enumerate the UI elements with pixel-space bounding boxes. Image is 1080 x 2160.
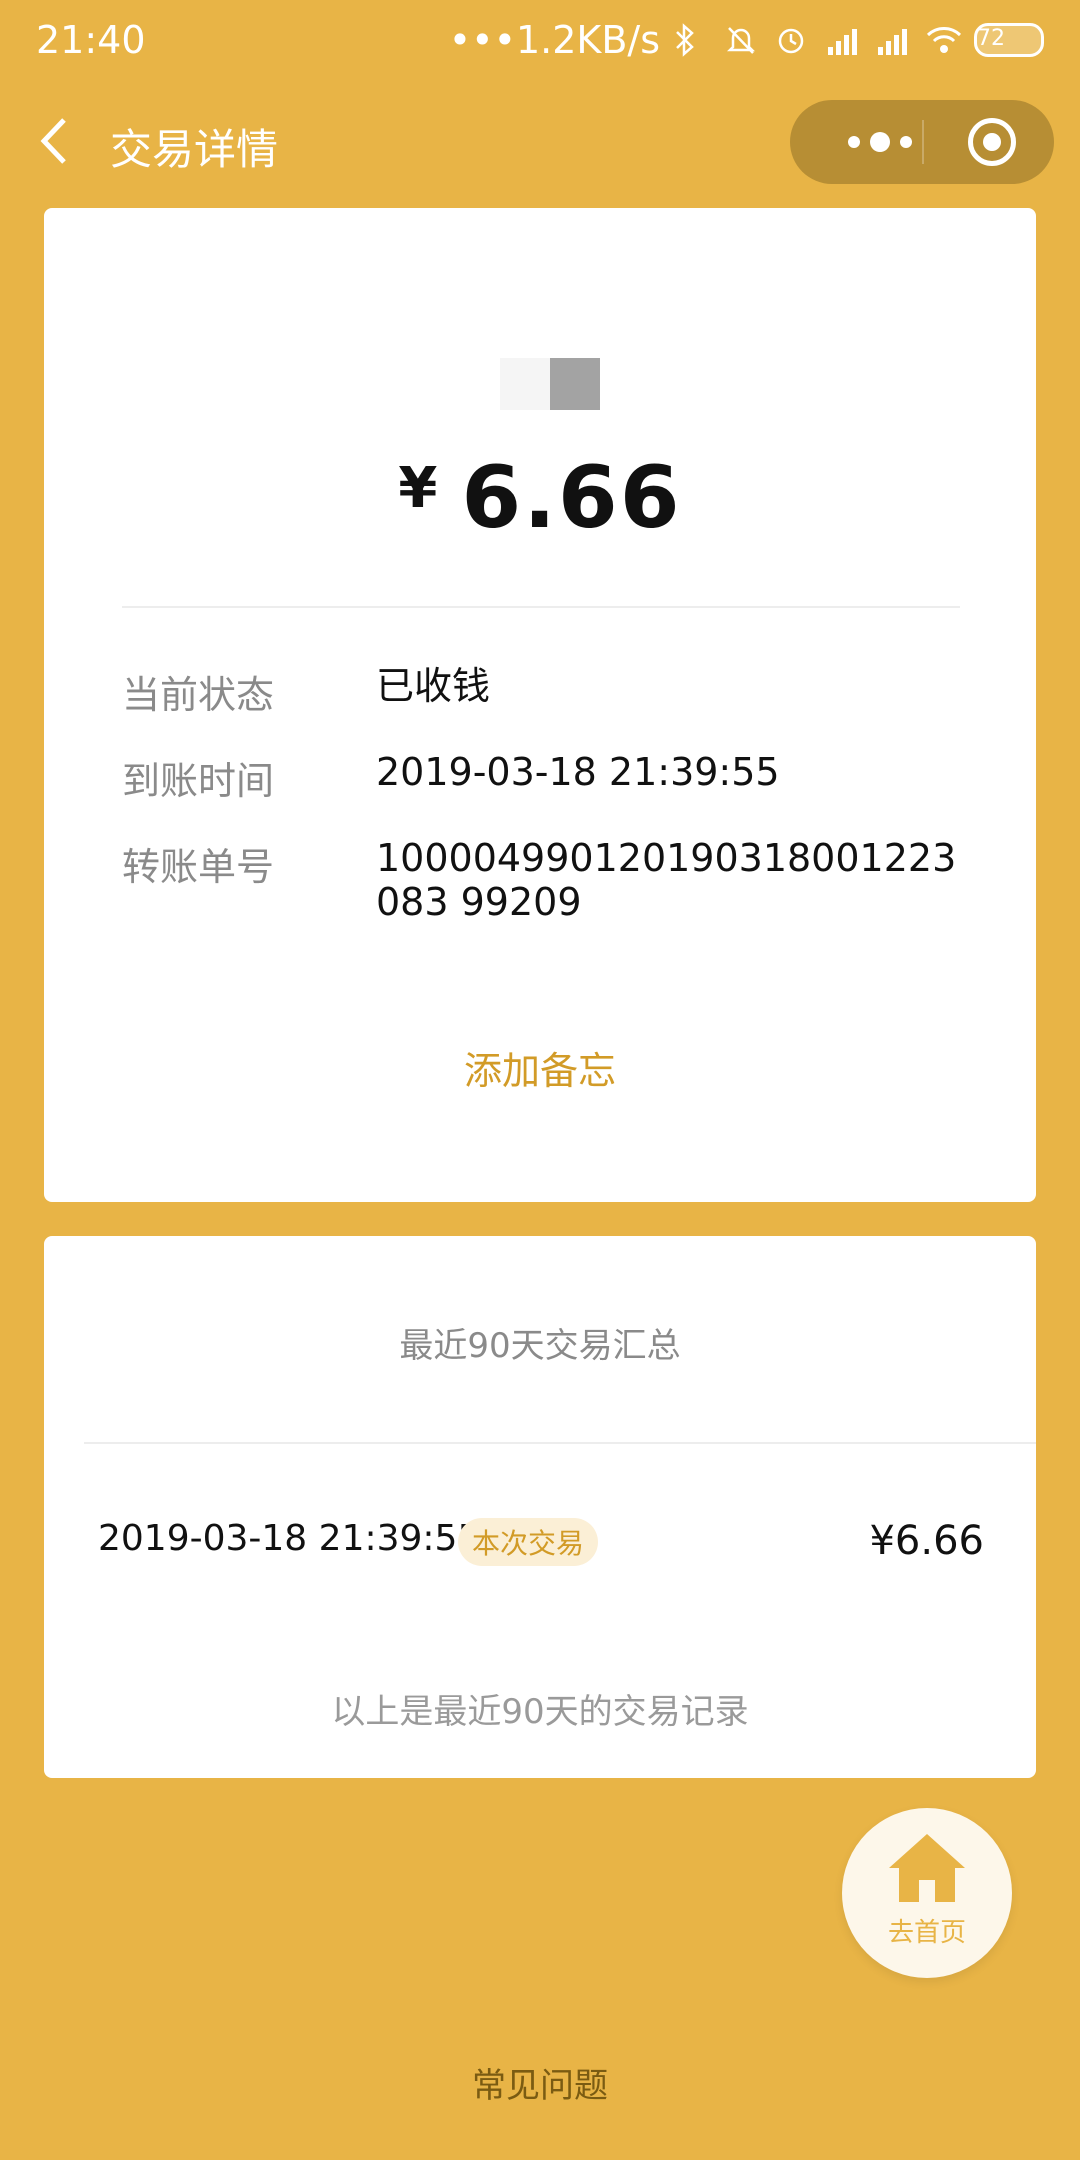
signal-hd-icon [824, 22, 860, 58]
more-dots-icon[interactable] [830, 122, 930, 162]
transaction-detail-card: ¥6.66 当前状态 已收钱 到账时间 2019-03-18 21:39:55 … [44, 208, 1036, 1202]
bluetooth-icon [674, 22, 710, 58]
status-value: 已收钱 [376, 664, 491, 708]
network-speed: •••1.2KB/s [448, 18, 660, 62]
arrival-time-label: 到账时间 [122, 759, 275, 803]
summary-footer: 以上是最近90天的交易记录 [331, 1692, 749, 1732]
divider [122, 606, 960, 608]
arrival-time-value: 2019-03-18 21:39:55 [376, 750, 780, 794]
payer-avatar [500, 358, 600, 410]
mini-program-capsule [790, 100, 1054, 184]
summary-card: 最近90天交易汇总 2019-03-18 21:39:55 本次交易 ¥6.66… [44, 1236, 1036, 1778]
status-time: 21:40 [36, 18, 146, 62]
mute-icon [724, 22, 760, 58]
transfer-id-value: 100004990120190318001223083 99209 [376, 836, 957, 924]
close-circle-icon[interactable] [968, 118, 1016, 166]
transaction-time: 2019-03-18 21:39:55 [98, 1518, 481, 1559]
currency-symbol: ¥ [398, 456, 440, 521]
nav-bar: 交易详情 [0, 90, 1080, 190]
home-icon [887, 1832, 967, 1904]
transaction-row-amount: ¥6.66 [869, 1518, 984, 1564]
status-bar: 21:40 •••1.2KB/s 72 [0, 0, 1080, 80]
signal-hd-icon [874, 22, 910, 58]
current-transaction-badge: 本次交易 [458, 1518, 599, 1566]
divider [84, 1442, 1036, 1444]
battery-icon: 72 [974, 23, 1044, 57]
back-arrow-icon[interactable] [36, 116, 76, 166]
amount-value: 6.66 [461, 448, 682, 548]
add-memo-link[interactable]: 添加备忘 [44, 1040, 1036, 1095]
status-label: 当前状态 [122, 673, 275, 717]
wifi-icon [924, 22, 962, 58]
status-icons: •••1.2KB/s 72 [449, 18, 1044, 62]
page-title: 交易详情 [110, 125, 279, 174]
transaction-row[interactable]: 2019-03-18 21:39:55 本次交易 ¥6.66 [98, 1518, 984, 1568]
go-home-label: 去首页 [887, 1918, 966, 1948]
faq-link[interactable]: 常见问题 [0, 2058, 1080, 2107]
transfer-id-label: 转账单号 [122, 845, 275, 889]
capsule-divider [922, 120, 924, 164]
go-home-button[interactable]: 去首页 [842, 1808, 1012, 1978]
alarm-icon [774, 22, 810, 58]
summary-title[interactable]: 最近90天交易汇总 [44, 1318, 1036, 1367]
transaction-amount: ¥6.66 [44, 448, 1036, 548]
